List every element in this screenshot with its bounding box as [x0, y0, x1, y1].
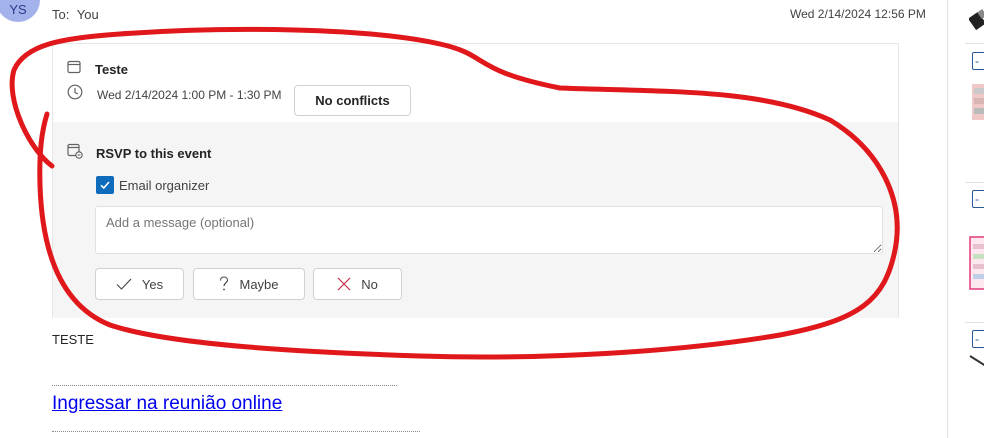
expand-button[interactable]: - — [972, 52, 984, 70]
event-title-row: Teste — [67, 60, 128, 79]
email-organizer-label: Email organizer — [119, 177, 210, 193]
event-time: Wed 2/14/2024 1:00 PM - 1:30 PM — [97, 87, 282, 102]
email-body-text: TESTE — [52, 332, 94, 347]
x-icon — [337, 277, 351, 291]
product-thumbnail-icon[interactable] — [969, 236, 984, 292]
rsvp-no-label: No — [361, 276, 378, 292]
rsvp-yes-button[interactable]: Yes — [95, 268, 184, 300]
question-icon — [219, 276, 229, 292]
divider — [52, 431, 420, 432]
event-time-row: Wed 2/14/2024 1:00 PM - 1:30 PM — [67, 84, 282, 105]
expand-button[interactable]: - — [972, 190, 984, 208]
email-organizer-checkbox[interactable] — [96, 176, 114, 194]
divider — [965, 182, 984, 183]
rsvp-message-input[interactable] — [95, 206, 883, 254]
divider — [965, 43, 984, 44]
right-panel: - - - — [965, 0, 984, 438]
rsvp-maybe-label: Maybe — [239, 276, 279, 292]
product-thumbnail-icon[interactable] — [969, 350, 984, 374]
join-meeting-link[interactable]: Ingressar na reunião online — [52, 393, 282, 415]
to-label: To: — [52, 7, 70, 22]
usb-drive-icon — [969, 9, 984, 31]
rsvp-maybe-button[interactable]: Maybe — [193, 268, 305, 300]
pane-divider[interactable] — [947, 0, 948, 438]
to-value[interactable]: You — [77, 7, 99, 22]
calendar-rsvp-icon — [67, 143, 83, 164]
checkmark-icon — [100, 181, 110, 190]
no-conflicts-button[interactable]: No conflicts — [294, 85, 411, 116]
rsvp-no-button[interactable]: No — [313, 268, 402, 300]
event-card: Teste Wed 2/14/2024 1:00 PM - 1:30 PM No… — [52, 43, 899, 318]
rsvp-yes-label: Yes — [141, 276, 164, 292]
rsvp-heading: RSVP to this event — [96, 146, 212, 161]
email-organizer-option[interactable]: Email organizer — [96, 176, 209, 194]
clock-icon — [67, 84, 83, 105]
rsvp-heading-row: RSVP to this event — [67, 143, 211, 164]
divider — [52, 385, 397, 386]
received-date: Wed 2/14/2024 12:56 PM — [790, 7, 926, 21]
expand-button[interactable]: - — [972, 330, 984, 348]
product-thumbnail-icon[interactable] — [969, 78, 984, 126]
checkmark-icon — [116, 277, 132, 291]
event-title: Teste — [95, 62, 128, 77]
recipient-line: To: You — [52, 7, 103, 22]
sender-avatar[interactable]: YS — [0, 0, 40, 22]
divider — [965, 322, 984, 323]
calendar-icon — [67, 60, 81, 79]
